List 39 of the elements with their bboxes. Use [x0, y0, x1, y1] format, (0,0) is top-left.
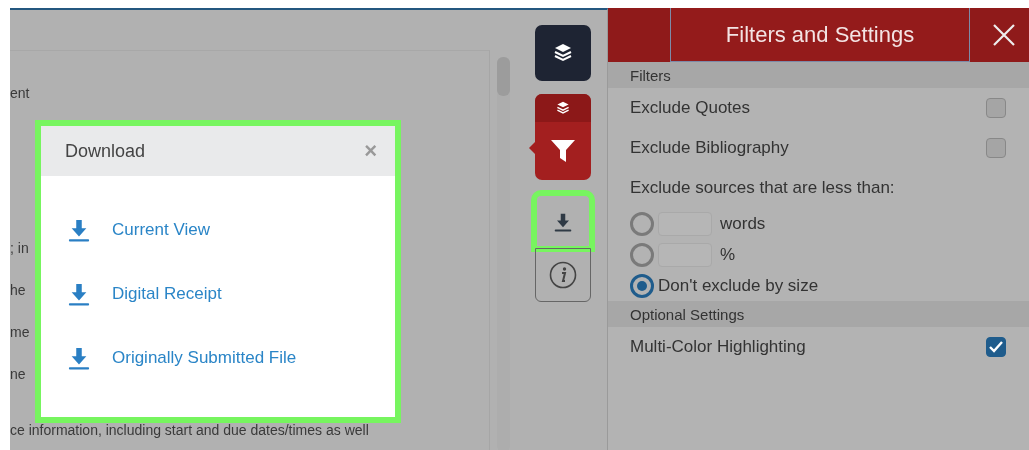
panel-title: Filters and Settings: [670, 8, 970, 62]
close-icon[interactable]: [993, 24, 1015, 46]
document-text: ent: [10, 85, 30, 101]
checkbox[interactable]: [986, 98, 1006, 118]
layers-icon: [556, 101, 570, 115]
checkbox[interactable]: [986, 337, 1006, 357]
layers-button[interactable]: [535, 25, 591, 81]
option-label: Multi-Color Highlighting: [630, 337, 806, 357]
option-label: Don't exclude by size: [658, 275, 819, 296]
document-text: me: [10, 324, 30, 340]
document-text: ce information, including start and due dates/times as well: [10, 422, 369, 438]
section-header: Filters: [608, 62, 1029, 88]
download-link[interactable]: Current View: [41, 198, 395, 262]
dialog-title: Download: [65, 140, 146, 162]
filter-button[interactable]: [535, 94, 591, 180]
option-label: Exclude Bibliography: [630, 138, 789, 158]
section-header: Optional Settings: [608, 301, 1029, 327]
info-button[interactable]: [535, 248, 591, 302]
download-link[interactable]: Digital Receipt: [41, 262, 395, 326]
download-link[interactable]: Originally Submitted File: [41, 326, 395, 390]
download-icon: [68, 346, 90, 370]
checkbox[interactable]: [986, 138, 1006, 158]
download-icon: [68, 282, 90, 306]
layers-icon: [553, 43, 573, 63]
info-icon: [549, 261, 577, 289]
radio-button[interactable]: [630, 242, 654, 267]
option-label: %: [720, 244, 736, 265]
filter-icon: [551, 140, 575, 162]
download-icon: [68, 218, 90, 242]
radio-button[interactable]: [630, 273, 654, 298]
close-button[interactable]: ×: [364, 138, 377, 164]
option-label: Exclude sources that are less than:: [630, 178, 895, 198]
download-icon: [554, 211, 572, 232]
option-label: words: [720, 213, 766, 234]
document-text: ; in: [10, 240, 29, 256]
radio-button[interactable]: [630, 211, 654, 236]
document-text: ne: [10, 366, 26, 382]
document-text: he: [10, 282, 26, 298]
option-label: Exclude Quotes: [630, 98, 750, 118]
